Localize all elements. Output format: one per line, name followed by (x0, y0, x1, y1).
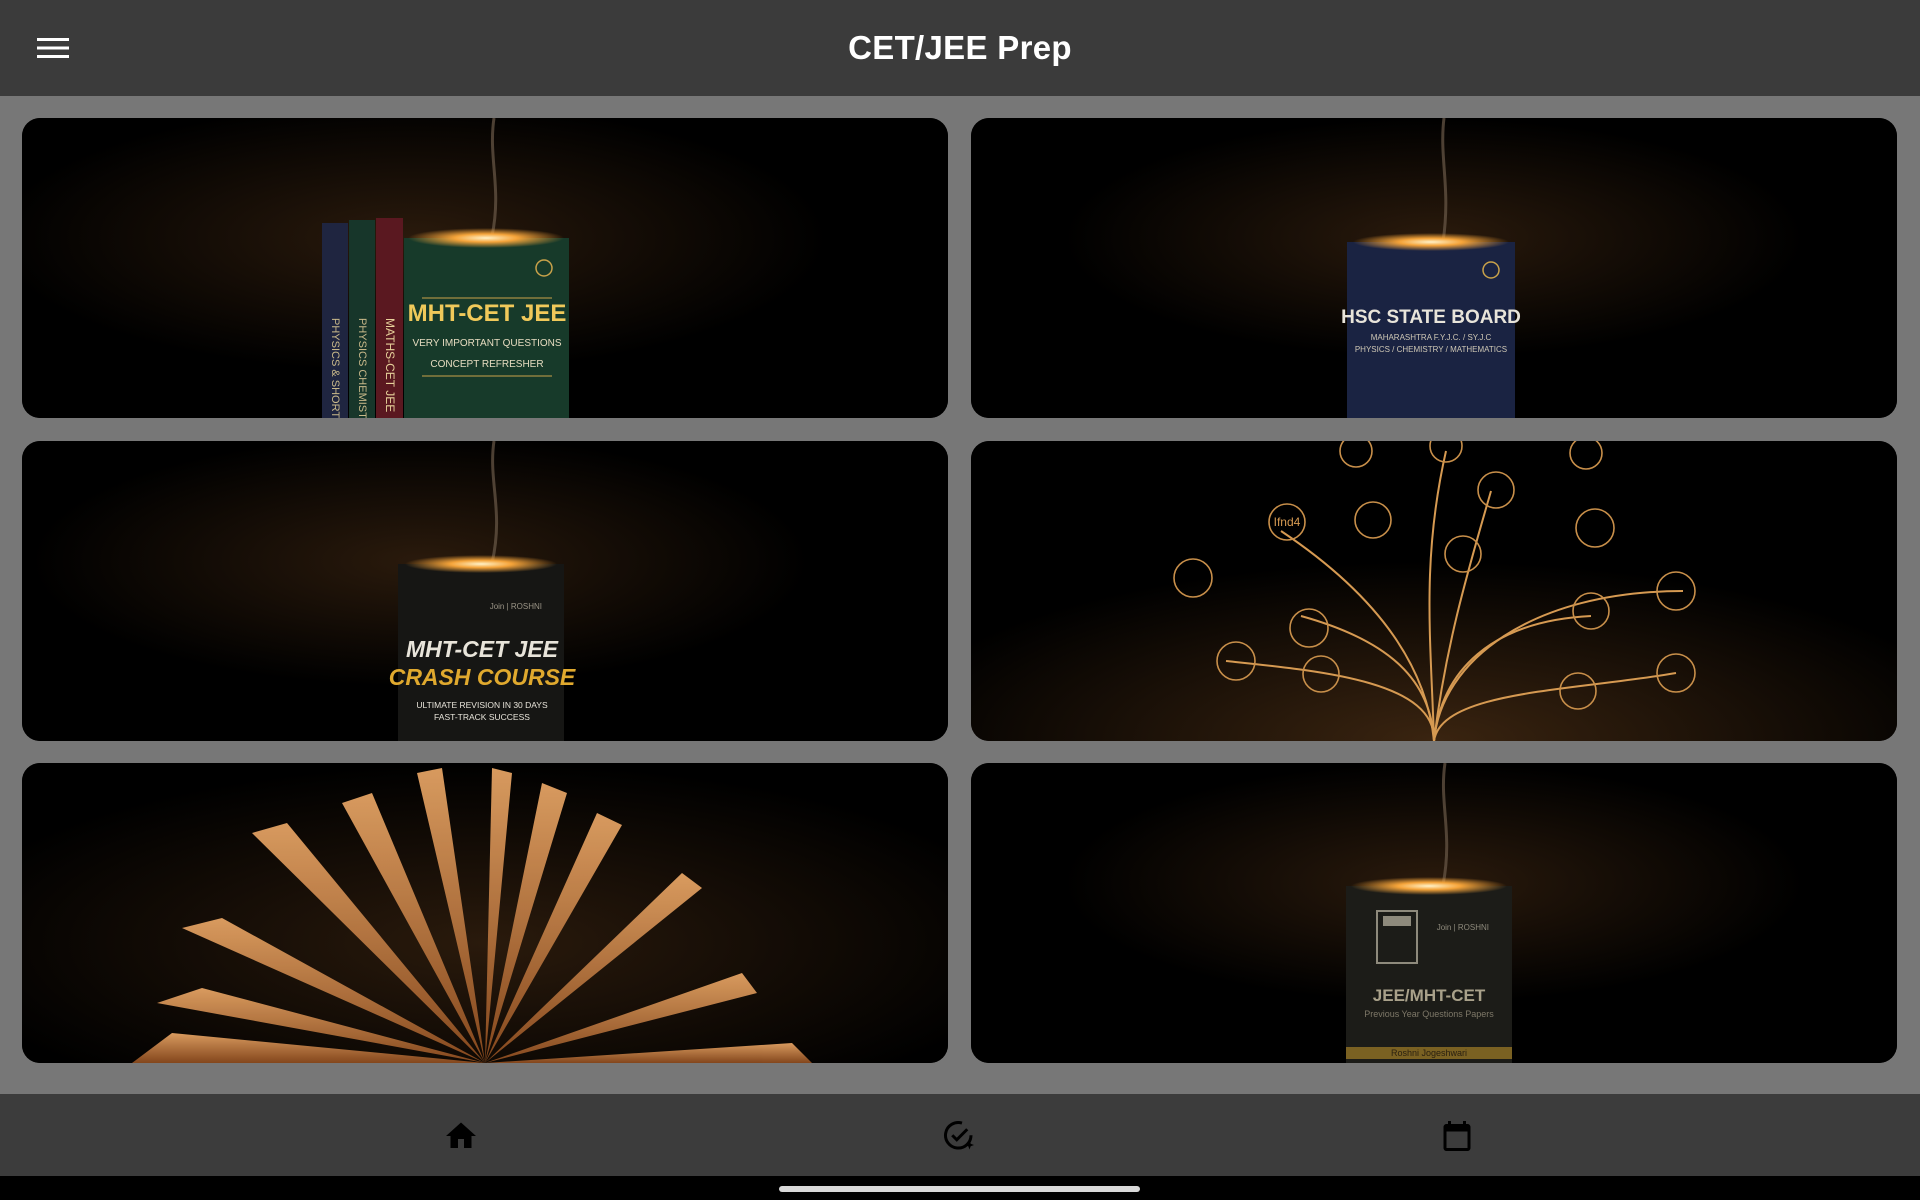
book-title: MHT-CET JEE (406, 636, 559, 662)
system-navigation-bar (0, 1176, 1920, 1200)
book-line-1: VERY IMPORTANT QUESTIONS (412, 338, 561, 349)
calendar-icon[interactable] (1437, 1116, 1477, 1156)
crash-course-card[interactable]: Join | ROSHNI MHT-CET JEE CRASH COURSE U… (22, 441, 948, 741)
hamburger-menu-icon[interactable] (26, 26, 80, 70)
tree-node-label: Ifnd4 (1274, 515, 1301, 529)
open-book-card[interactable] (22, 763, 948, 1063)
bottom-navigation (0, 1094, 1920, 1176)
book-line-2: PHYSICS / CHEMISTRY / MATHEMATICS (1355, 345, 1507, 354)
book-line-1: Previous Year Questions Papers (1364, 1009, 1494, 1019)
brand-label: Join | ROSHNI (1437, 923, 1489, 932)
knowledge-tree-card[interactable]: Ifnd4 (971, 441, 1897, 741)
book-footer: Roshni Jogeshwari (1391, 1048, 1467, 1058)
brand-label: Join | ROSHNI (490, 602, 542, 611)
book-subtitle: CRASH COURSE (389, 664, 576, 690)
app-title: CET/JEE Prep (848, 29, 1072, 66)
book-line-1: MAHARASHTRA F.Y.J.C. / SY.J.C (1371, 333, 1492, 342)
gesture-handle[interactable] (779, 1186, 1140, 1192)
book-title: JEE/MHT-CET (1373, 986, 1486, 1005)
previous-year-papers-card[interactable]: Join | ROSHNI JEE/MHT-CET Previous Year … (971, 763, 1897, 1063)
book-line-2: FAST-TRACK SUCCESS (434, 712, 530, 722)
home-icon[interactable] (441, 1116, 481, 1156)
spine-label-2: PHYSICS CHEMISTRY (356, 318, 368, 418)
spine-label-3: MATHS-CET JEE (383, 318, 397, 412)
hsc-state-board-card[interactable]: HSC STATE BOARD MAHARASHTRA F.Y.J.C. / S… (971, 118, 1897, 418)
check-circle-sparkle-icon[interactable] (939, 1116, 979, 1156)
book-line-1: ULTIMATE REVISION IN 30 DAYS (416, 700, 548, 710)
top-app-bar: CET/JEE Prep (0, 0, 1920, 96)
spine-label-1: PHYSICS & SHORTCUTS (329, 318, 341, 418)
book-title: HSC STATE BOARD (1341, 307, 1521, 328)
book-line-2: CONCEPT REFRESHER (430, 359, 543, 370)
mht-cet-jee-books-card[interactable]: PHYSICS & SHORTCUTS PHYSICS CHEMISTRY MA… (22, 118, 948, 418)
book-title: MHT-CET JEE (408, 300, 567, 327)
content-grid: PHYSICS & SHORTCUTS PHYSICS CHEMISTRY MA… (0, 96, 1920, 1094)
